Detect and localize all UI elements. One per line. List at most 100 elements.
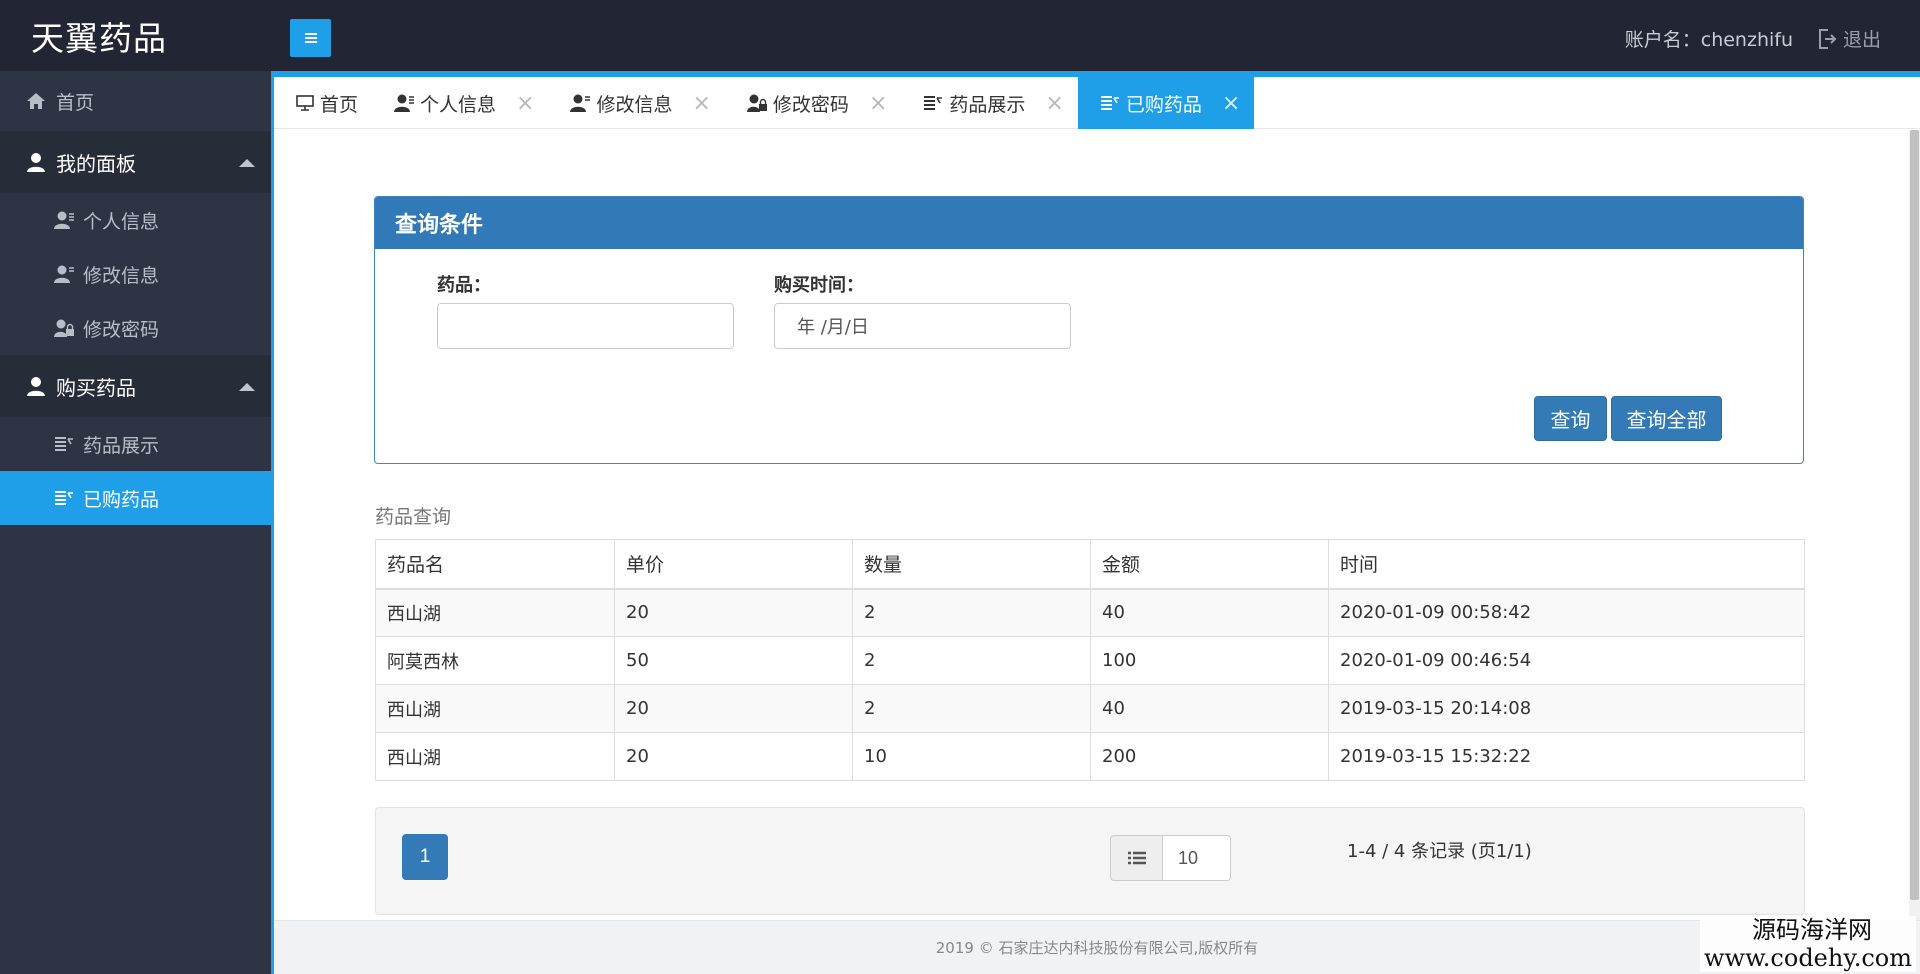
query-panel: 查询条件 药品： 购买时间： 年 /月/日 查询 查询全部 xyxy=(374,196,1804,464)
tab-home[interactable]: 首页 xyxy=(274,77,372,129)
sidebar: 首页 我的面板 个人信息 修改信息 修改密码 购买药品 药品展示 已购药品 xyxy=(0,71,271,974)
close-icon[interactable]: × xyxy=(869,91,887,116)
query-panel-title: 查询条件 xyxy=(375,197,1803,249)
cell-quantity: 2 xyxy=(852,684,1091,733)
watermark-title: 源码海洋网 xyxy=(1752,916,1872,944)
results-table: 药品名 单价 数量 金额 时间 西山湖 20 2 40 2020-01-09 0… xyxy=(375,539,1805,781)
page-size-group: 10 xyxy=(1110,835,1231,881)
column-header[interactable]: 数量 xyxy=(852,539,1091,590)
results-title: 药品查询 xyxy=(375,506,452,528)
caret-up-icon xyxy=(239,159,255,167)
sidebar-group-label: 我的面板 xyxy=(56,153,136,176)
column-header[interactable]: 时间 xyxy=(1328,539,1805,590)
user-icon xyxy=(26,152,46,172)
close-icon[interactable]: × xyxy=(692,91,710,116)
hamburger-icon xyxy=(304,33,317,43)
search-all-button[interactable]: 查询全部 xyxy=(1611,396,1722,441)
top-header: 天翼药品 账户名：chenzhifu 退出 xyxy=(0,0,1920,71)
table-header-row: 药品名 单价 数量 金额 时间 xyxy=(375,539,1805,590)
scrollbar-thumb[interactable] xyxy=(1910,130,1919,900)
page-button[interactable]: 1 xyxy=(402,834,448,880)
account-name: 账户名：chenzhifu xyxy=(1624,29,1793,51)
column-header[interactable]: 药品名 xyxy=(375,539,615,590)
sidebar-item-label: 修改信息 xyxy=(83,265,160,287)
user-icon xyxy=(394,94,415,112)
app-brand: 天翼药品 xyxy=(31,19,167,58)
tab-profile[interactable]: 个人信息 × xyxy=(372,77,548,129)
cell-amount: 40 xyxy=(1090,588,1329,637)
tab-edit-info[interactable]: 修改信息 × xyxy=(548,77,724,129)
sidebar-item-drug-display[interactable]: 药品展示 xyxy=(0,417,271,471)
tab-label: 已购药品 xyxy=(1125,93,1202,116)
home-icon xyxy=(26,92,46,110)
purchase-time-label: 购买时间： xyxy=(774,275,864,296)
pagination-bar: 1 10 1-4 / 4 条记录 (页1/1) xyxy=(375,807,1805,915)
user-lock-icon xyxy=(746,94,767,112)
list-icon xyxy=(54,490,74,506)
sidebar-group-buy-drugs[interactable]: 购买药品 xyxy=(0,355,271,417)
sidebar-item-profile[interactable]: 个人信息 xyxy=(0,193,271,247)
sidebar-item-label: 药品展示 xyxy=(83,435,160,457)
cell-quantity: 2 xyxy=(852,636,1091,685)
sidebar-item-change-password[interactable]: 修改密码 xyxy=(0,301,271,355)
cell-time: 2020-01-09 00:58:42 xyxy=(1328,588,1805,637)
close-icon[interactable]: × xyxy=(1045,91,1063,116)
table-row[interactable]: 阿莫西林 50 2 100 2020-01-09 00:46:54 xyxy=(375,636,1805,685)
close-icon[interactable]: × xyxy=(516,91,534,116)
watermark-url: www.codehy.com xyxy=(1704,944,1912,972)
cell-amount: 40 xyxy=(1090,684,1329,733)
cell-unit-price: 20 xyxy=(614,588,853,637)
sidebar-group-my-panel[interactable]: 我的面板 xyxy=(0,131,271,193)
tab-change-password[interactable]: 修改密码 × xyxy=(725,77,901,129)
cell-quantity: 2 xyxy=(852,588,1091,637)
user-edit-icon xyxy=(570,94,591,112)
sidebar-item-label: 首页 xyxy=(56,92,95,114)
search-button[interactable]: 查询 xyxy=(1534,396,1607,441)
cell-drug-name: 西山湖 xyxy=(375,732,615,781)
sidebar-item-edit-info[interactable]: 修改信息 xyxy=(0,247,271,301)
table-row[interactable]: 西山湖 20 2 40 2019-03-15 20:14:08 xyxy=(375,684,1805,733)
cell-unit-price: 20 xyxy=(614,732,853,781)
column-header[interactable]: 金额 xyxy=(1090,539,1329,590)
page-info: 1-4 / 4 条记录 (页1/1) xyxy=(1347,841,1532,862)
column-header[interactable]: 单价 xyxy=(614,539,853,590)
list-icon xyxy=(1110,835,1163,881)
page-size-input[interactable]: 10 xyxy=(1163,835,1231,881)
user-edit-icon xyxy=(54,265,74,283)
watermark: 源码海洋网 www.codehy.com xyxy=(1700,916,1916,972)
cell-drug-name: 西山湖 xyxy=(375,588,615,637)
logout-link[interactable]: 退出 xyxy=(1817,25,1881,52)
tab-label: 药品展示 xyxy=(949,93,1026,116)
sidebar-item-purchased-drugs[interactable]: 已购药品 xyxy=(0,471,271,525)
table-row[interactable]: 西山湖 20 2 40 2020-01-09 00:58:42 xyxy=(375,588,1805,637)
user-icon xyxy=(54,211,74,229)
cell-drug-name: 阿莫西林 xyxy=(375,636,615,685)
menu-toggle-button[interactable] xyxy=(290,19,331,57)
table-row[interactable]: 西山湖 20 10 200 2019-03-15 15:32:22 xyxy=(375,732,1805,781)
tab-bar: 首页 个人信息 × 修改信息 × 修改密码 × 药品展示 × 已购药品 × xyxy=(274,77,1920,129)
sidebar-item-label: 个人信息 xyxy=(83,211,160,233)
logout-icon xyxy=(1817,28,1837,50)
tab-label: 修改信息 xyxy=(596,93,673,116)
sidebar-group-label: 购买药品 xyxy=(56,377,136,400)
sidebar-item-label: 修改密码 xyxy=(83,319,160,341)
tab-drug-display[interactable]: 药品展示 × xyxy=(901,77,1077,129)
cell-time: 2019-03-15 15:32:22 xyxy=(1328,732,1805,781)
monitor-icon xyxy=(296,95,314,111)
cell-amount: 200 xyxy=(1090,732,1329,781)
close-icon[interactable]: × xyxy=(1222,91,1240,116)
drug-input[interactable] xyxy=(437,303,734,349)
tab-label: 首页 xyxy=(320,93,359,116)
cell-time: 2020-01-09 00:46:54 xyxy=(1328,636,1805,685)
list-icon xyxy=(1100,95,1120,111)
purchase-time-input[interactable]: 年 /月/日 xyxy=(774,303,1071,349)
sidebar-item-home[interactable]: 首页 xyxy=(0,71,271,131)
cell-time: 2019-03-15 20:14:08 xyxy=(1328,684,1805,733)
cell-drug-name: 西山湖 xyxy=(375,684,615,733)
tab-label: 个人信息 xyxy=(420,93,497,116)
user-icon xyxy=(26,376,46,396)
user-lock-icon xyxy=(54,319,74,337)
list-icon xyxy=(54,436,74,452)
tab-purchased-drugs[interactable]: 已购药品 × xyxy=(1077,77,1255,129)
caret-up-icon xyxy=(239,383,255,391)
